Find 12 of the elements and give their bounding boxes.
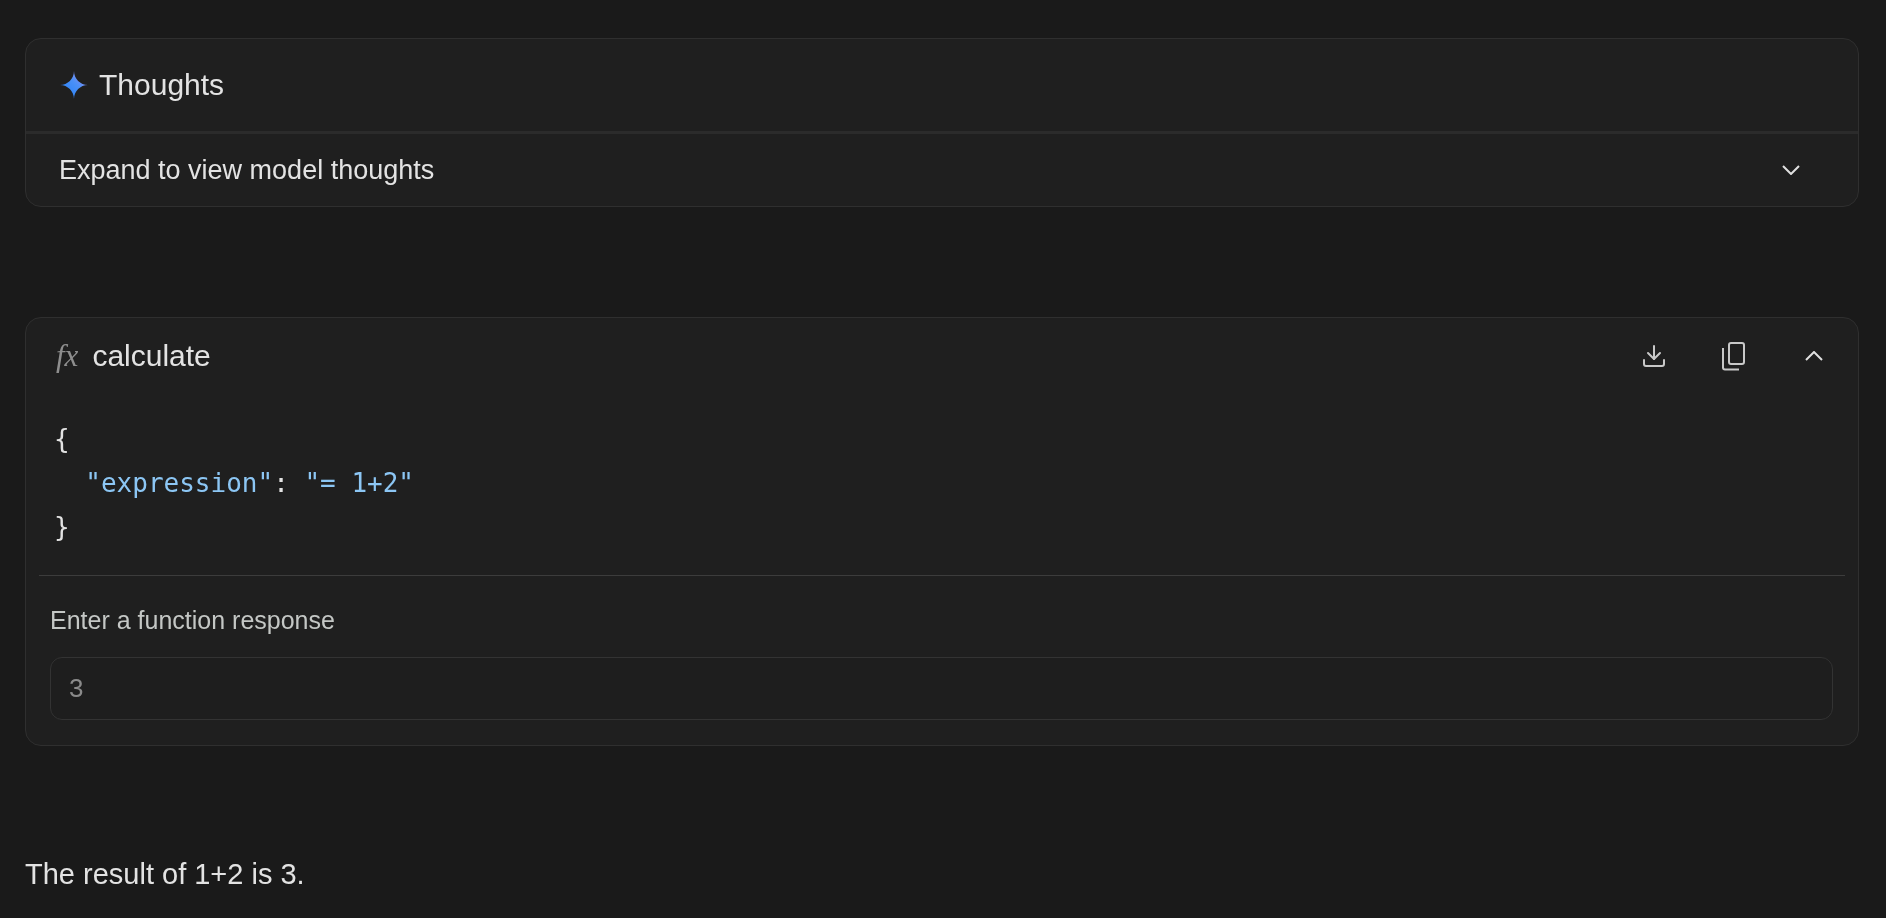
answer-text: The result of 1+2 is 3. [25, 857, 305, 892]
code-line: { [54, 423, 70, 456]
expand-thoughts-toggle[interactable]: Expand to view model thoughts [26, 134, 1858, 206]
download-icon [1642, 344, 1666, 368]
function-name: calculate [92, 338, 211, 374]
code-line: "expression": "= 1+2" [85, 467, 415, 500]
copy-icon [1722, 341, 1746, 371]
sparkle-icon [60, 71, 88, 99]
response-label: Enter a function response [50, 605, 335, 635]
thoughts-title: Thoughts [99, 67, 225, 103]
function-icon: fx [56, 340, 79, 372]
code-line: } [54, 511, 70, 544]
